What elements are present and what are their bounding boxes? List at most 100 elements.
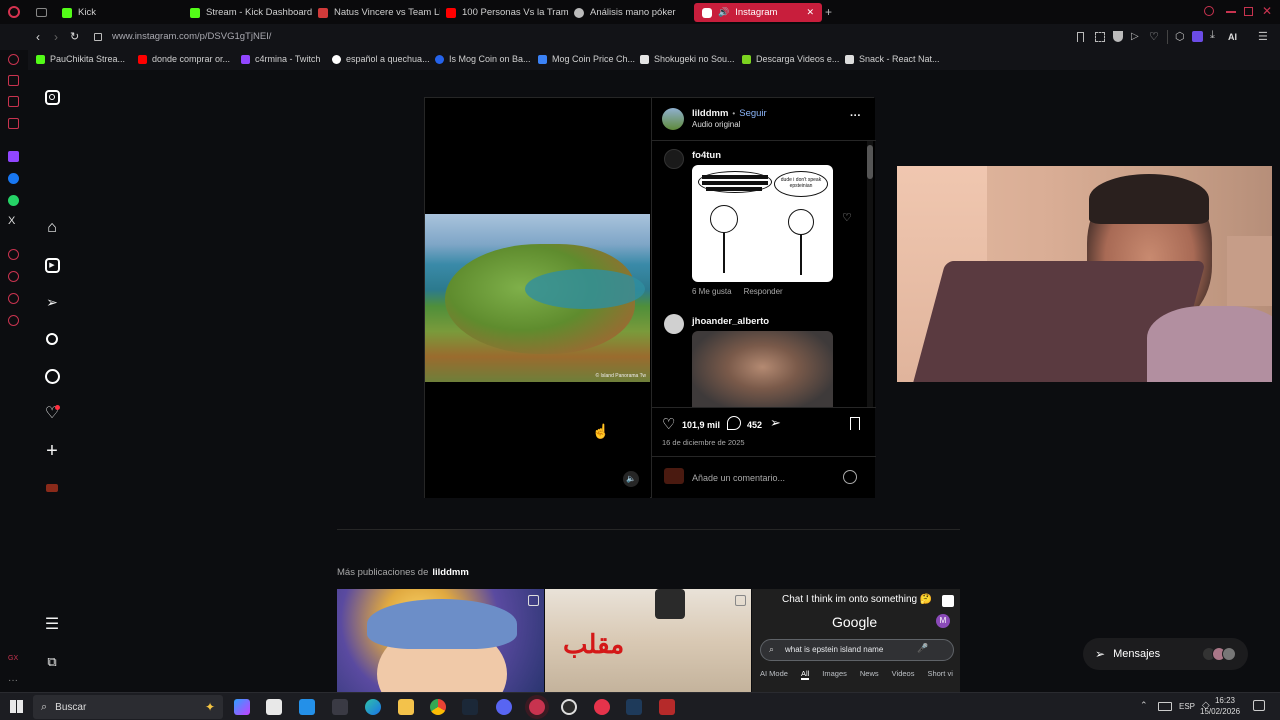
bookmark-pauchikita[interactable]: PauChikita Strea... [36,54,125,64]
whatsapp-icon[interactable] [8,195,19,206]
profile-avatar[interactable] [44,480,60,496]
post-thumbnail[interactable]: Chat I think im onto something 🤔 Google … [752,589,960,692]
crypto-wallet-icon[interactable] [8,75,19,86]
post-thumbnail[interactable] [337,589,544,692]
bookmark-shokugeki[interactable]: Shokugeki no Sou... [640,54,735,64]
workspaces-icon[interactable] [36,8,47,17]
history-icon[interactable] [8,271,19,282]
taskbar-search[interactable]: ⌕ Buscar ✦ [33,695,223,719]
extension-icon[interactable] [1192,31,1203,42]
opera-logo[interactable] [8,6,20,18]
notifications-icon[interactable]: ♡ [44,405,60,422]
messenger-icon[interactable] [8,173,19,184]
tab-youtube[interactable]: 100 Personas Vs la Tramp... [438,3,568,22]
language-indicator[interactable]: ESP [1179,702,1195,711]
messages-button[interactable]: ➢ Mensajes [1083,638,1248,670]
obs-icon[interactable] [561,699,577,715]
comment-avatar[interactable] [664,314,684,334]
heart-icon[interactable]: ♡ [1149,30,1159,43]
tray-chevron-icon[interactable]: ⌃ [1140,700,1148,711]
twitch-sidebar-icon[interactable] [8,151,19,162]
comment-likes-count[interactable]: 6 Me gusta [692,287,732,296]
shield-icon[interactable] [1113,31,1123,42]
gx-icon[interactable]: GX [8,655,18,662]
audio-label[interactable]: Audio original [692,120,740,129]
player-icon[interactable] [8,249,19,260]
more-sidebar-icon[interactable]: ··· [8,675,18,686]
follow-button[interactable]: Seguir [739,108,766,119]
like-icon[interactable]: ♡ [662,415,675,433]
bookmark-mog-price[interactable]: Mog Coin Price Ch... [538,54,635,64]
tab-instagram[interactable]: 🔊 Instagram ✕ [694,3,822,22]
edge-icon[interactable] [365,699,381,715]
settings-icon[interactable] [8,315,19,326]
comment-avatar[interactable] [664,149,684,169]
aria-ai-button[interactable]: AI [1228,32,1237,42]
search-tabs-icon[interactable] [1204,6,1214,16]
emoji-icon[interactable] [843,470,857,484]
url-field[interactable]: www.instagram.com/p/DSVG1gTjNEI/ [112,31,271,42]
aria-icon[interactable] [8,54,19,65]
steam-icon-2[interactable] [626,699,642,715]
post-thumbnail[interactable]: مقلب [545,589,751,692]
author-avatar[interactable] [662,108,684,130]
search-icon[interactable] [44,331,60,347]
notification-center-icon[interactable] [1253,700,1265,711]
battery-icon[interactable] [1158,702,1172,711]
x-icon[interactable]: X [8,215,15,227]
speaker-icon[interactable]: 🔊 [718,7,729,18]
comment-icon[interactable] [727,416,741,430]
share-icon[interactable]: ➢ [770,415,781,431]
game-icon[interactable] [659,699,675,715]
create-icon[interactable]: + [44,440,60,462]
tv-icon[interactable] [8,96,19,107]
close-window-icon[interactable]: ✕ [1262,4,1272,18]
comment-input[interactable]: Añade un comentario... [692,473,785,483]
comment-meme-image[interactable]: dude i don't speak epsteinian [692,165,833,282]
save-icon[interactable] [850,417,860,430]
discord-icon[interactable] [496,699,512,715]
threads-icon[interactable]: ⧉ [44,654,60,670]
comments-scrollbar[interactable] [867,141,873,407]
bookmark-snack[interactable]: Snack - React Nat... [845,54,940,64]
copilot-icon[interactable] [234,699,250,715]
vscode-icon[interactable] [299,699,315,715]
bookmark-descarga[interactable]: Descarga Videos e... [742,54,839,64]
windows-start-icon[interactable] [10,700,23,713]
back-icon[interactable]: ‹ [36,30,40,44]
vk-icon[interactable] [8,118,19,129]
comment-like-icon[interactable]: ♡ [842,211,852,224]
bookmark-donde-comprar[interactable]: donde comprar or... [138,54,230,64]
clock-time[interactable]: 16:23 [1212,696,1238,705]
more-posts-user[interactable]: lilddmm [432,567,468,578]
page-scrollbar[interactable] [1272,72,1280,692]
tab-poker[interactable]: Análisis mano póker [566,3,696,22]
bookmark-c4rmina[interactable]: c4rmina - Twitch [241,54,320,64]
minimize-icon[interactable] [1226,11,1236,13]
comments-list[interactable]: fo4tun dude i don't speak epsteinian ♡ 6… [652,141,876,407]
post-video[interactable]: © Island Panorama Tw 🔈 [425,98,650,498]
reels-icon[interactable]: ▶ [44,257,60,273]
bookmark-mog-coin[interactable]: Is Mog Coin on Ba... [435,54,531,64]
app-icon[interactable] [332,699,348,715]
download-icon[interactable]: ⤓ [1210,29,1215,42]
author-username[interactable]: lilddmm [692,108,728,119]
extensions-icon[interactable]: ⬡ [1175,30,1185,43]
play-icon[interactable]: ▷ [1131,31,1139,42]
post-date[interactable]: 16 de diciembre de 2025 [662,438,745,447]
likes-count[interactable]: 101,9 mil [682,420,720,430]
home-icon[interactable]: ⌂ [44,219,60,236]
tab-navi[interactable]: Natus Vincere vs Team Li... [310,3,440,22]
chrome-icon[interactable] [430,699,446,715]
explore-icon[interactable] [44,368,60,384]
forward-icon[interactable]: › [54,30,58,44]
store-icon[interactable] [266,699,282,715]
messages-icon[interactable]: ➢ [44,294,60,310]
bookmark-icon[interactable] [1077,32,1084,42]
close-tab-icon[interactable]: ✕ [806,7,814,18]
mute-button[interactable]: 🔈 [623,471,639,487]
steam-icon[interactable] [462,699,478,715]
snapshot-icon[interactable] [1095,32,1105,42]
tab-kick-dashboard[interactable]: Stream - Kick Dashboard [182,3,312,22]
tab-kick[interactable]: Kick [54,3,184,22]
